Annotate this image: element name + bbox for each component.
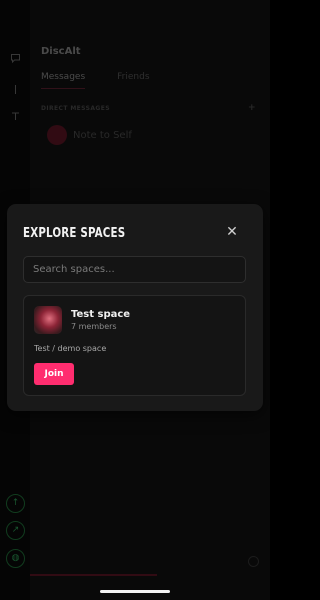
join-button[interactable]: Join: [34, 363, 74, 385]
search-input[interactable]: [23, 256, 246, 283]
space-card: Test space 7 members Test / demo space J…: [23, 295, 246, 396]
space-description: Test / demo space: [34, 344, 107, 353]
home-indicator[interactable]: [100, 590, 170, 593]
space-avatar: [34, 306, 62, 334]
close-icon[interactable]: ✕: [225, 225, 239, 239]
space-name: Test space: [71, 309, 131, 320]
modal-title: EXPLORE SPACES: [23, 226, 126, 241]
explore-spaces-modal: EXPLORE SPACES ✕ Test space 7 members Te…: [7, 204, 263, 411]
space-member-count: 7 members: [71, 322, 117, 331]
